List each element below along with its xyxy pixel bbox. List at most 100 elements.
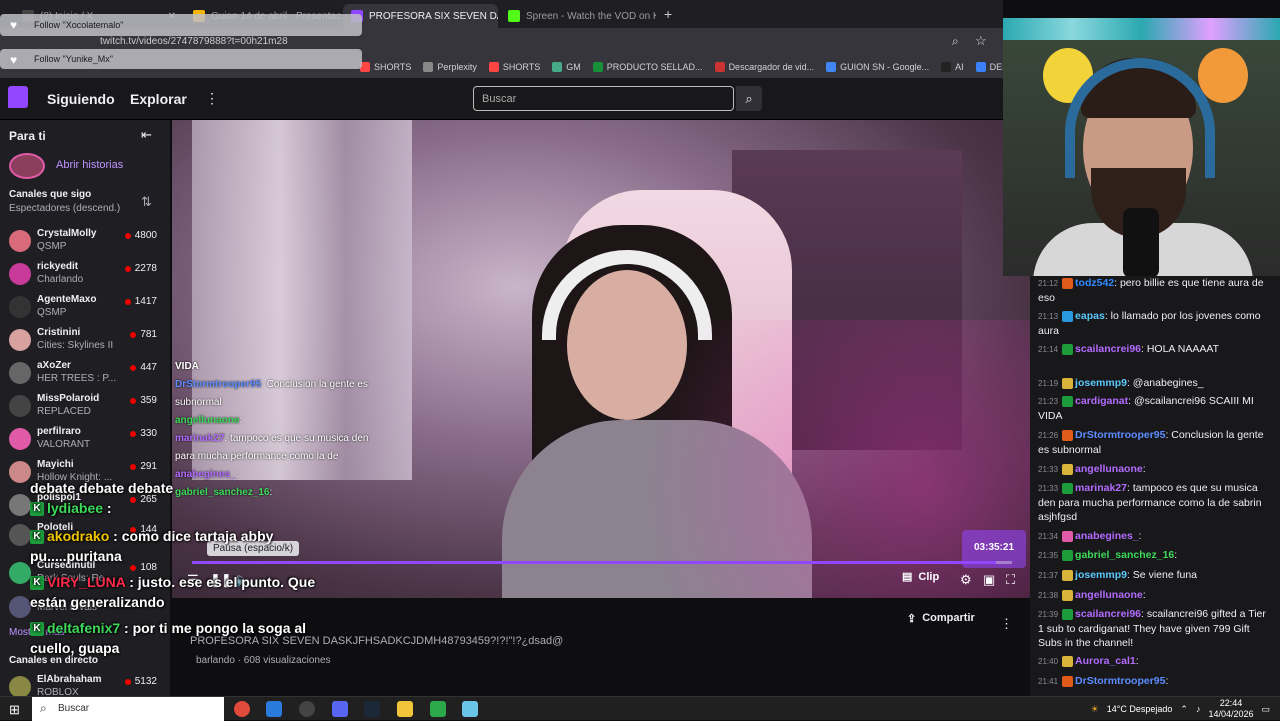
sidebar-channel[interactable]: MissPolaroid REPLACED 359 bbox=[0, 389, 170, 422]
share-icon: ⇪ bbox=[907, 613, 917, 625]
chat-time: 21:12 bbox=[1038, 279, 1059, 288]
browser-tab[interactable]: Spreen - Watch the VOD on Ki✕ bbox=[500, 4, 656, 28]
sidebar-channel[interactable]: Cristinini Cities: Skylines II 781 bbox=[0, 323, 170, 356]
windows-start-icon[interactable]: ⊞ bbox=[9, 702, 20, 718]
sidebar-channel[interactable]: aXoZer HER TREES : P... 447 bbox=[0, 356, 170, 389]
stories-avatar[interactable] bbox=[9, 153, 45, 179]
viewer-number: 330 bbox=[140, 428, 157, 439]
replay-user: angellunaone bbox=[175, 415, 240, 426]
chat-time: 21:33 bbox=[1038, 465, 1059, 474]
search-input[interactable]: Buscar bbox=[473, 86, 734, 111]
chat-user[interactable]: todz542 bbox=[1075, 277, 1114, 289]
chat-user[interactable]: marinak27 bbox=[1075, 482, 1127, 494]
star-icon[interactable]: ☆ bbox=[975, 33, 987, 49]
settings-icon[interactable]: ⚙ bbox=[960, 572, 972, 588]
bookmark[interactable]: Descargador de vid... bbox=[714, 62, 815, 72]
notification-icon[interactable]: ▭ bbox=[1261, 704, 1270, 715]
followed-title: Canales que sigo bbox=[9, 189, 92, 200]
bookmark[interactable]: SHORTS bbox=[360, 62, 411, 72]
chat-message: 21:33 angellunaone: bbox=[1038, 462, 1274, 477]
avatar bbox=[9, 562, 31, 584]
chat-user[interactable]: DrStormtrooper95 bbox=[1075, 675, 1165, 687]
channel-name: MissPolaroid bbox=[37, 393, 100, 404]
clock-date: 14/04/2026 bbox=[1208, 709, 1254, 719]
bookmark[interactable]: Perplexity bbox=[423, 62, 477, 72]
chat-text: : bbox=[1138, 530, 1142, 542]
twitch-logo-icon[interactable] bbox=[8, 86, 28, 108]
obs-icon[interactable] bbox=[299, 701, 315, 717]
discord-icon[interactable] bbox=[332, 701, 348, 717]
chat-time: 21:19 bbox=[1038, 379, 1059, 388]
chat-user[interactable]: eapas bbox=[1075, 310, 1105, 322]
more-icon[interactable]: ⋮ bbox=[205, 90, 219, 107]
chat-user[interactable]: angellunaone bbox=[1075, 463, 1143, 475]
steam-icon[interactable] bbox=[364, 701, 380, 717]
zoom-icon[interactable]: ⌕ bbox=[952, 34, 959, 49]
chat-message: 21:26 DrStormtrooper95: Conclusion la gen… bbox=[1038, 428, 1274, 457]
chrome-icon[interactable] bbox=[234, 701, 250, 717]
avatar bbox=[9, 230, 31, 252]
overlay-message: Kakodrako : como dice tartaja abby pu...… bbox=[30, 526, 330, 566]
chat-user[interactable]: josemmp9 bbox=[1075, 377, 1127, 389]
outlook-icon[interactable] bbox=[266, 701, 282, 717]
folder-icon[interactable] bbox=[397, 701, 413, 717]
more-options-icon[interactable]: ⋮ bbox=[1000, 616, 1013, 632]
bookmark[interactable]: AI bbox=[941, 62, 964, 72]
bookmark-label: Perplexity bbox=[437, 62, 477, 72]
bookmark-label: AI bbox=[955, 62, 964, 72]
open-stories-link[interactable]: Abrir historias bbox=[56, 159, 123, 171]
app-icon[interactable] bbox=[430, 701, 446, 717]
viewer-count: 4800 bbox=[124, 230, 157, 241]
chat-user[interactable]: Aurora_cal1 bbox=[1075, 655, 1136, 667]
search-icon[interactable]: ⌕ bbox=[736, 86, 762, 111]
bookmark[interactable]: GUION SN - Google... bbox=[826, 62, 929, 72]
sidebar-channel[interactable]: CrystalMolly QSMP 4800 bbox=[0, 224, 170, 257]
bookmark[interactable]: GM bbox=[552, 62, 581, 72]
charmander-plush bbox=[1198, 48, 1248, 103]
collapse-icon[interactable]: ⇤ bbox=[141, 127, 152, 143]
new-tab-icon[interactable]: + bbox=[664, 6, 672, 22]
sort-icon[interactable]: ⇅ bbox=[141, 194, 152, 210]
chat-user[interactable]: cardiganat bbox=[1075, 395, 1128, 407]
fullscreen-icon[interactable]: ⛶ bbox=[1006, 572, 1015, 588]
nav-explore[interactable]: Explorar bbox=[130, 91, 187, 107]
chat-user[interactable]: DrStormtrooper95 bbox=[1075, 429, 1165, 441]
microphone-icon bbox=[1123, 208, 1159, 276]
sidebar-channel[interactable]: perfilraro VALORANT 330 bbox=[0, 422, 170, 455]
chat-user[interactable]: anabegines_ bbox=[1075, 530, 1139, 542]
clock-time: 22:44 bbox=[1219, 698, 1243, 708]
chat-user[interactable]: scailancrei96 bbox=[1075, 343, 1141, 355]
heart-icon: ♥ bbox=[10, 18, 18, 32]
chat-time: 21:37 bbox=[1038, 571, 1059, 580]
chat-message: 21:34 anabegines_: bbox=[1038, 529, 1274, 544]
clip-button[interactable]: ▤ Clip bbox=[902, 570, 939, 584]
chat-user[interactable]: gabriel_sanchez_16 bbox=[1075, 549, 1174, 561]
nav-following[interactable]: Siguiendo bbox=[47, 91, 115, 107]
badge-icon bbox=[1062, 530, 1074, 542]
sidebar-channel[interactable]: rickyedit Charlando 2278 bbox=[0, 257, 170, 290]
bookmark[interactable]: PRODUCTO SELLAD... bbox=[592, 62, 703, 72]
share-button[interactable]: ⇪ Compartir bbox=[907, 612, 975, 625]
chat-user[interactable]: angellunaone bbox=[1075, 589, 1143, 601]
bookmark[interactable]: SHORTS bbox=[488, 62, 541, 72]
avatar bbox=[9, 428, 31, 450]
url-field[interactable]: twitch.tv/videos/2747879888?t=00h21m28 bbox=[100, 36, 288, 47]
app-icon[interactable] bbox=[462, 701, 478, 717]
viewer-count: 781 bbox=[130, 329, 157, 340]
theatre-mode-icon[interactable]: ▣ bbox=[983, 572, 995, 588]
badge-icon bbox=[1062, 482, 1074, 494]
replay-message: marinak27: tampoco es que su musica den … bbox=[175, 433, 369, 462]
clock[interactable]: 22:44 14/04/2026 bbox=[1208, 698, 1253, 720]
chat-user[interactable]: josemmp9 bbox=[1075, 569, 1127, 581]
bookmark-label: Descargador de vid... bbox=[728, 62, 815, 72]
bookmark[interactable]: DESCARGAR TV bbox=[975, 62, 1003, 72]
sidebar-channel[interactable]: AgenteMaxo QSMP 1417 bbox=[0, 290, 170, 323]
browser-tab-active[interactable]: PROFESORA SIX SEVEN DA✕ bbox=[343, 4, 498, 28]
channel-game: QSMP bbox=[37, 241, 67, 252]
wifi-icon[interactable]: ⌃ bbox=[1180, 704, 1188, 715]
speaker-icon[interactable]: ♪ bbox=[1196, 704, 1201, 714]
viewer-number: 5132 bbox=[134, 676, 157, 687]
chat-user[interactable]: scailancrei96 bbox=[1075, 608, 1141, 620]
bookmark-label: SHORTS bbox=[502, 62, 541, 72]
taskbar-search[interactable]: ⌕ Buscar bbox=[32, 697, 224, 721]
